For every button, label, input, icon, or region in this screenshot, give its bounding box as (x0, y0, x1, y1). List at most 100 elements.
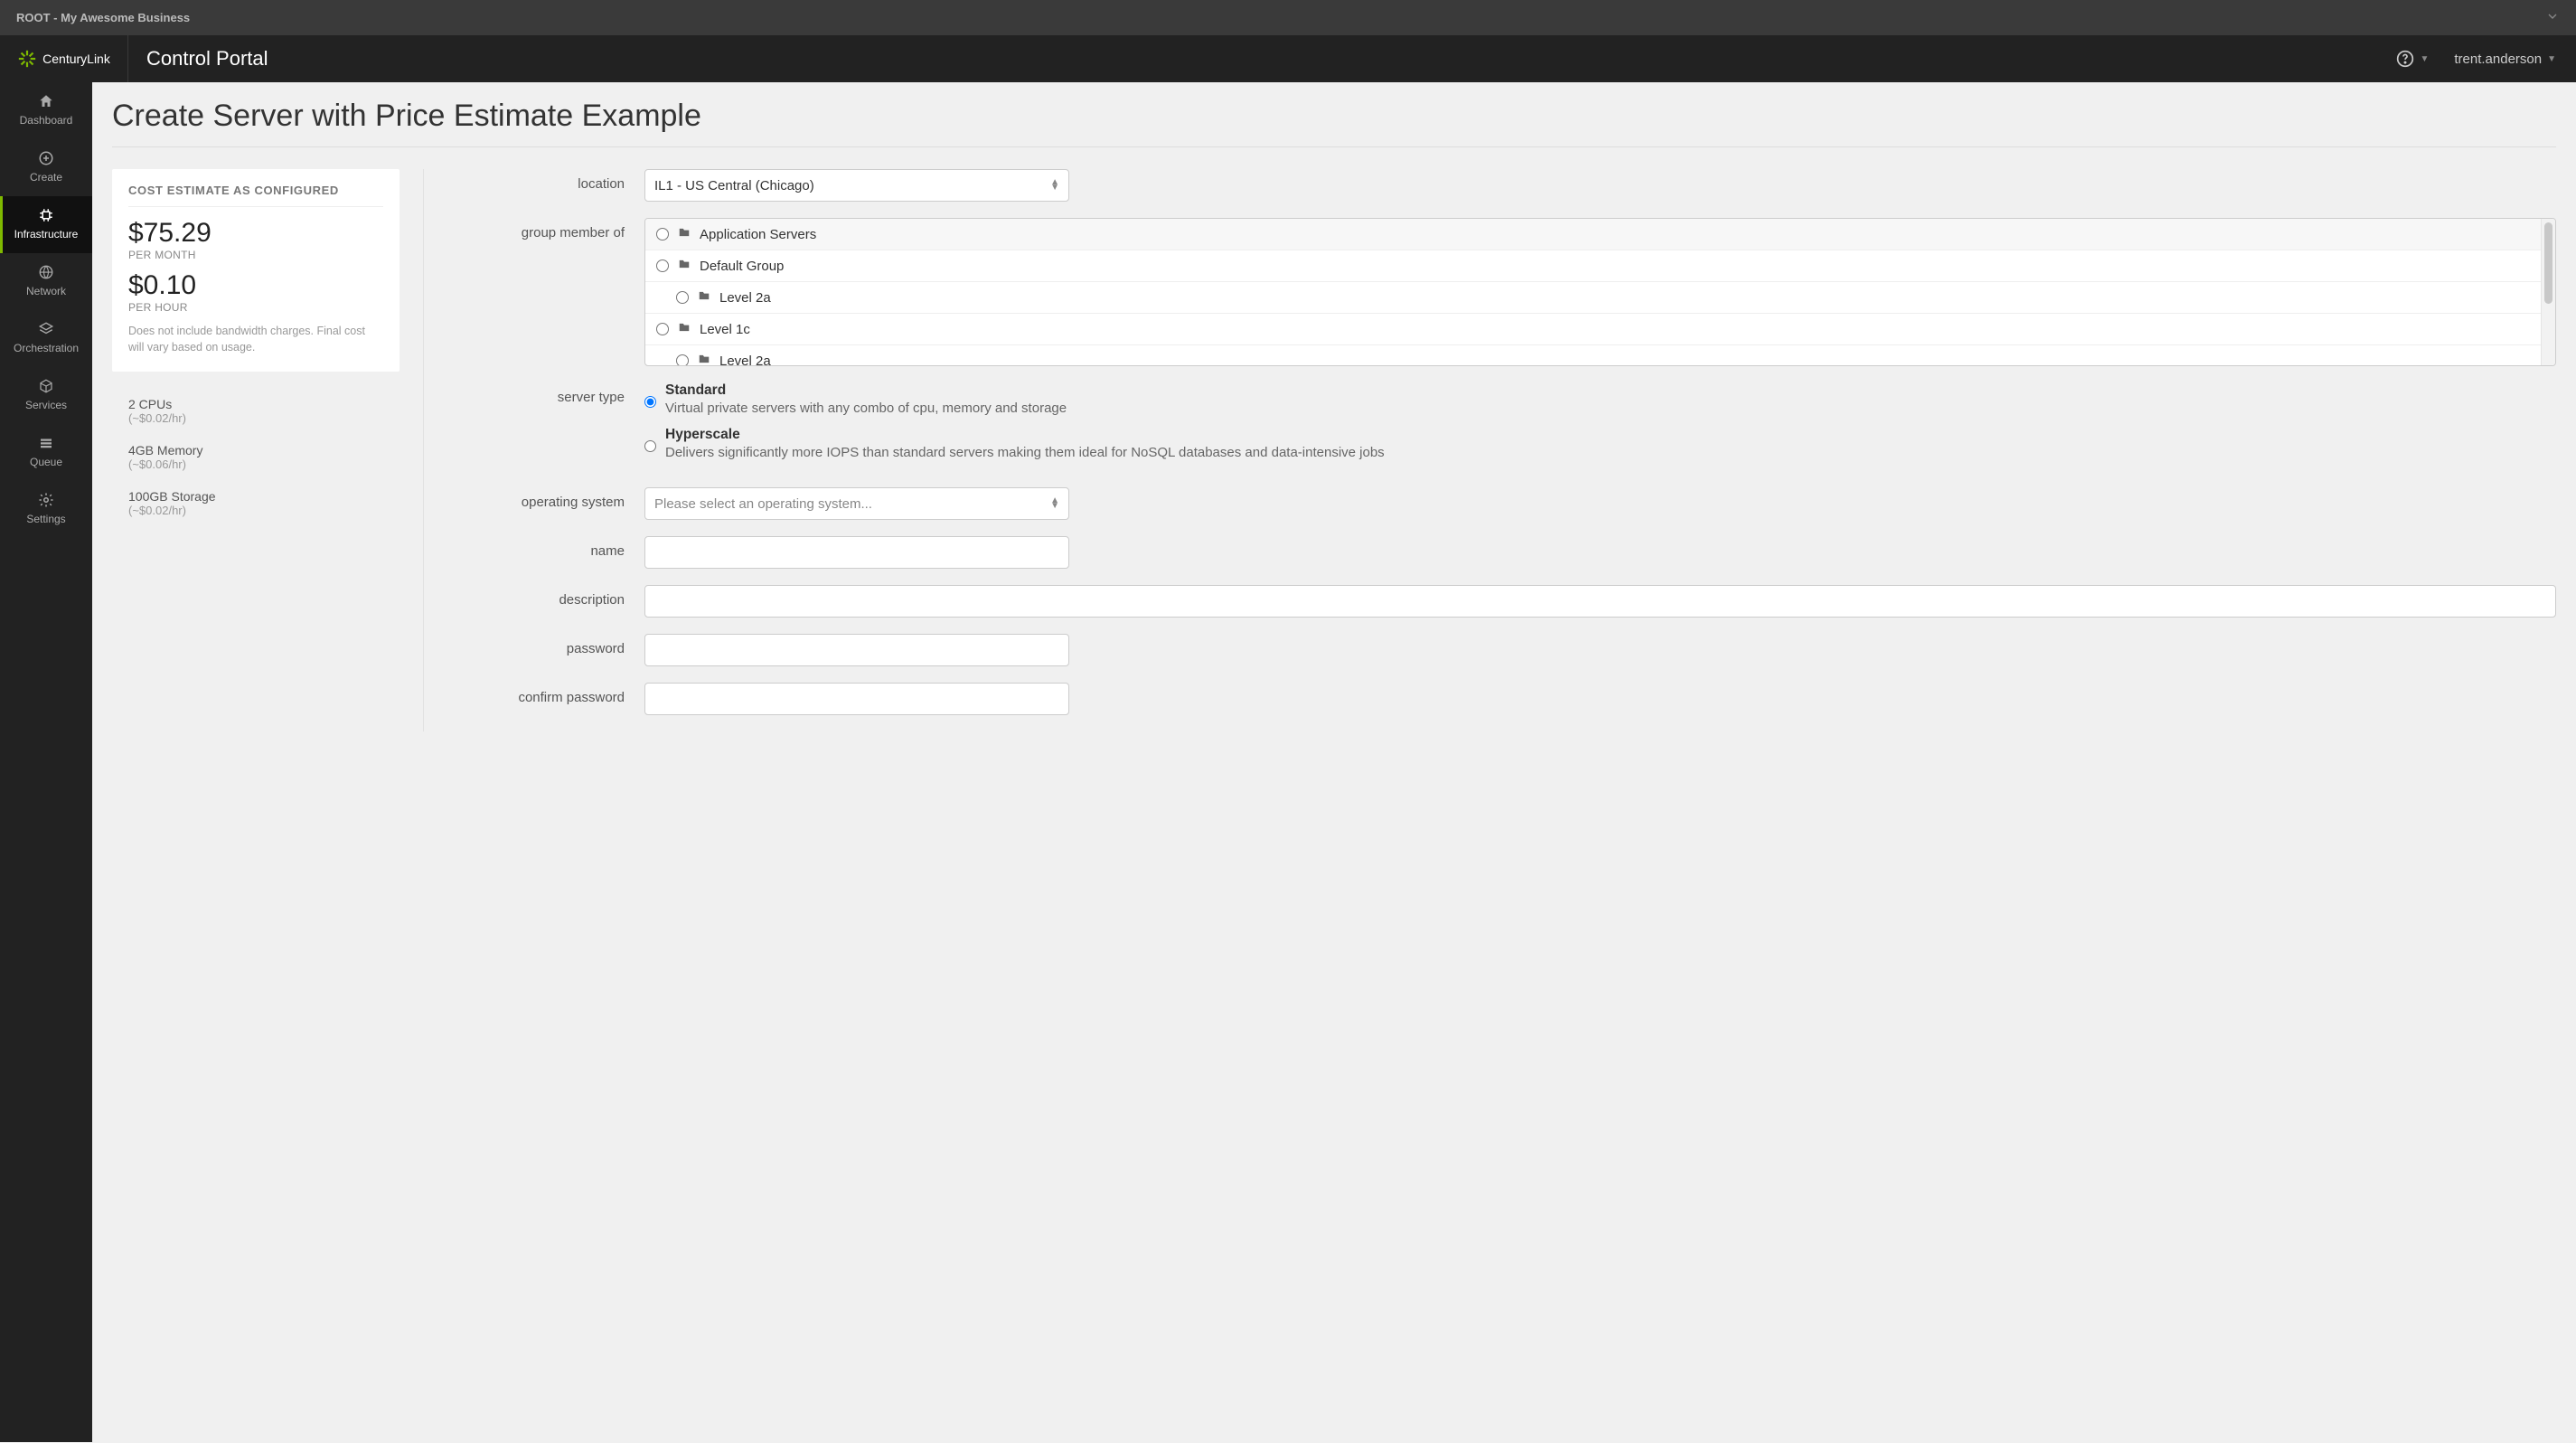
label-confirm-password: confirm password (447, 683, 644, 705)
label-description: description (447, 585, 644, 608)
cube-icon (38, 378, 54, 394)
server-type-radio[interactable] (644, 430, 656, 462)
nav-label: Queue (30, 456, 62, 468)
group-radio[interactable] (676, 354, 689, 365)
label-group: group member of (447, 218, 644, 240)
estimate-disclaimer: Does not include bandwidth charges. Fina… (128, 323, 383, 355)
page-title: Create Server with Price Estimate Exampl… (112, 99, 2556, 147)
select-arrows-icon: ▲▼ (1050, 498, 1059, 509)
form: location IL1 - US Central (Chicago) ▲▼ g… (447, 169, 2556, 731)
header-bar: CenturyLink Control Portal ▼ trent.ander… (0, 35, 2576, 82)
resource-title: 2 CPUs (128, 397, 383, 411)
breadcrumb-chevron-icon[interactable] (2545, 9, 2560, 26)
layers-icon (38, 321, 54, 337)
group-radio[interactable] (656, 228, 669, 240)
description-input[interactable] (644, 585, 2556, 618)
folder-icon (698, 289, 710, 306)
resource-memory: 4GB Memory (~$0.06/hr) (112, 434, 400, 480)
nav-orchestration[interactable]: Orchestration (0, 310, 92, 367)
label-password: password (447, 634, 644, 656)
plus-circle-icon (38, 150, 54, 166)
brand-logo-icon (17, 49, 37, 69)
price-per-hour-label: PER HOUR (128, 301, 383, 314)
group-radio[interactable] (656, 259, 669, 272)
server-type-standard[interactable]: Standard Virtual private servers with an… (644, 382, 2556, 418)
nav-label: Orchestration (14, 342, 79, 354)
portal-title[interactable]: Control Portal (128, 47, 2396, 71)
server-type-radio[interactable] (644, 386, 656, 418)
queue-icon (38, 435, 54, 451)
nav-dashboard[interactable]: Dashboard (0, 82, 92, 139)
user-name: trent.anderson (2454, 52, 2542, 67)
group-option[interactable]: Application Servers (645, 219, 2555, 250)
caret-down-icon: ▼ (2420, 54, 2429, 64)
estimate-heading: COST ESTIMATE AS CONFIGURED (128, 184, 383, 207)
folder-icon (678, 226, 691, 242)
nav-label: Dashboard (20, 114, 73, 127)
label-os: operating system (447, 487, 644, 510)
cpu-icon (38, 207, 54, 223)
group-label: Level 2a (719, 290, 771, 306)
group-radio[interactable] (676, 291, 689, 304)
nav-settings[interactable]: Settings (0, 481, 92, 538)
server-type-title: Standard (665, 382, 1067, 399)
os-placeholder: Please select an operating system... (654, 496, 872, 512)
label-location: location (447, 169, 644, 192)
os-select[interactable]: Please select an operating system... ▲▼ (644, 487, 1069, 520)
server-type-hyperscale[interactable]: Hyperscale Delivers significantly more I… (644, 427, 2556, 462)
server-type-title: Hyperscale (665, 427, 1385, 443)
location-select[interactable]: IL1 - US Central (Chicago) ▲▼ (644, 169, 1069, 202)
group-label: Default Group (700, 259, 784, 274)
user-dropdown[interactable]: trent.anderson ▼ (2454, 52, 2556, 67)
brand-name: CenturyLink (42, 52, 110, 66)
resource-title: 4GB Memory (128, 443, 383, 457)
nav-create[interactable]: Create (0, 139, 92, 196)
globe-icon (38, 264, 54, 280)
resource-cpu: 2 CPUs (~$0.02/hr) (112, 388, 400, 434)
nav-label: Network (26, 285, 66, 297)
location-value: IL1 - US Central (Chicago) (654, 178, 814, 193)
resource-sub: (~$0.02/hr) (128, 504, 383, 517)
name-input[interactable] (644, 536, 1069, 569)
group-option[interactable]: Level 1c (645, 314, 2555, 345)
select-arrows-icon: ▲▼ (1050, 180, 1059, 191)
help-dropdown[interactable]: ▼ (2396, 50, 2429, 68)
breadcrumb-text[interactable]: ROOT - My Awesome Business (16, 11, 190, 24)
folder-icon (678, 258, 691, 274)
group-option[interactable]: Default Group (645, 250, 2555, 282)
group-label: Application Servers (700, 227, 816, 242)
brand[interactable]: CenturyLink (0, 35, 128, 82)
scrollbar-thumb[interactable] (2544, 222, 2552, 304)
scrollbar[interactable] (2541, 219, 2555, 365)
main-content: Create Server with Price Estimate Exampl… (92, 82, 2576, 1442)
password-input[interactable] (644, 634, 1069, 666)
sidebar: Dashboard Create Infrastructure Network … (0, 82, 92, 1442)
group-listbox: Application Servers Default Group (644, 218, 2556, 366)
nav-label: Services (25, 399, 67, 411)
server-type-desc: Virtual private servers with any combo o… (665, 399, 1067, 418)
nav-label: Create (30, 171, 62, 184)
group-option[interactable]: Level 2a (645, 345, 2555, 365)
group-label: Level 1c (700, 322, 750, 337)
nav-network[interactable]: Network (0, 253, 92, 310)
group-label: Level 2a (719, 354, 771, 366)
resource-storage: 100GB Storage (~$0.02/hr) (112, 480, 400, 526)
group-option[interactable]: Level 2a (645, 282, 2555, 314)
server-type-desc: Delivers significantly more IOPS than st… (665, 443, 1385, 462)
gear-icon (38, 492, 54, 508)
help-icon (2396, 50, 2414, 68)
resource-sub: (~$0.06/hr) (128, 457, 383, 471)
confirm-password-input[interactable] (644, 683, 1069, 715)
nav-infrastructure[interactable]: Infrastructure (0, 196, 92, 253)
resource-title: 100GB Storage (128, 489, 383, 504)
price-per-month-label: PER MONTH (128, 249, 383, 261)
label-name: name (447, 536, 644, 559)
label-server-type: server type (447, 382, 644, 405)
caret-down-icon: ▼ (2547, 54, 2556, 64)
nav-services[interactable]: Services (0, 367, 92, 424)
group-radio[interactable] (656, 323, 669, 335)
nav-queue[interactable]: Queue (0, 424, 92, 481)
folder-icon (698, 353, 710, 365)
folder-icon (678, 321, 691, 337)
resource-sub: (~$0.02/hr) (128, 411, 383, 425)
